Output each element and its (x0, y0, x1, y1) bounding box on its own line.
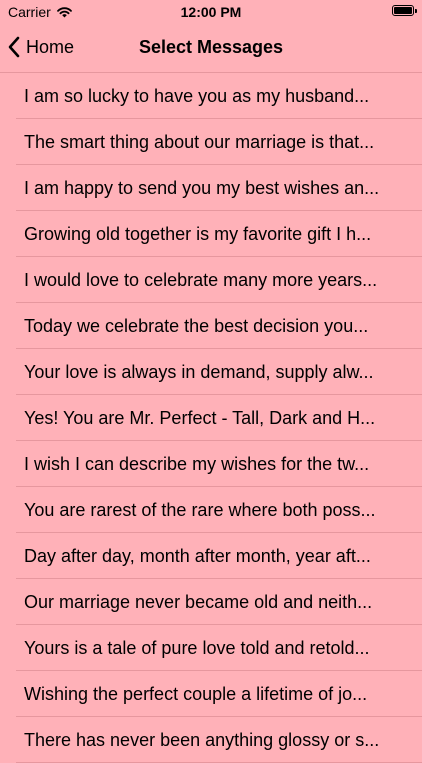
message-text: I would love to celebrate many more year… (24, 269, 378, 290)
message-text: Wishing the perfect couple a lifetime of… (24, 683, 368, 704)
message-row[interactable]: Growing old together is my favorite gift… (0, 211, 422, 257)
status-bar: Carrier 12:00 PM (0, 0, 422, 24)
message-row[interactable]: Yours is a tale of pure love told and re… (0, 625, 422, 671)
navigation-bar: Home Select Messages (0, 24, 422, 72)
message-row[interactable]: Yes! You are Mr. Perfect - Tall, Dark an… (0, 395, 422, 441)
message-list: I am so lucky to have you as my husband.… (0, 72, 422, 763)
message-text: The smart thing about our marriage is th… (24, 131, 375, 152)
message-text: Growing old together is my favorite gift… (24, 223, 372, 244)
message-text: Yours is a tale of pure love told and re… (24, 637, 370, 658)
message-row[interactable]: Day after day, month after month, year a… (0, 533, 422, 579)
message-text: I am happy to send you my best wishes an… (24, 177, 380, 198)
message-text: I wish I can describe my wishes for the … (24, 453, 370, 474)
message-row[interactable]: Our marriage never became old and neith.… (0, 579, 422, 625)
status-time: 12:00 PM (180, 4, 242, 20)
message-row[interactable]: Today we celebrate the best decision you… (0, 303, 422, 349)
message-text: Yes! You are Mr. Perfect - Tall, Dark an… (24, 407, 376, 428)
message-text: Day after day, month after month, year a… (24, 545, 371, 566)
message-row[interactable]: I am happy to send you my best wishes an… (0, 165, 422, 211)
message-row[interactable]: I would love to celebrate many more year… (0, 257, 422, 303)
message-row[interactable]: You are rarest of the rare where both po… (0, 487, 422, 533)
message-row[interactable]: Your love is always in demand, supply al… (0, 349, 422, 395)
message-text: There has never been anything glossy or … (24, 729, 380, 750)
message-row[interactable]: Wishing the perfect couple a lifetime of… (0, 671, 422, 717)
message-text: You are rarest of the rare where both po… (24, 499, 376, 520)
message-row[interactable]: I am so lucky to have you as my husband.… (0, 73, 422, 119)
battery-level-fill (394, 7, 412, 14)
message-text: I am so lucky to have you as my husband.… (24, 85, 370, 106)
message-text: Today we celebrate the best decision you… (24, 315, 369, 336)
page-title: Select Messages (138, 37, 284, 57)
battery-cap (415, 9, 417, 13)
message-row[interactable]: I wish I can describe my wishes for the … (0, 441, 422, 487)
battery-icon (392, 5, 414, 16)
message-text: Your love is always in demand, supply al… (24, 361, 374, 382)
message-row[interactable]: There has never been anything glossy or … (0, 717, 422, 763)
message-row[interactable]: The smart thing about our marriage is th… (0, 119, 422, 165)
message-text: Our marriage never became old and neith.… (24, 591, 373, 612)
